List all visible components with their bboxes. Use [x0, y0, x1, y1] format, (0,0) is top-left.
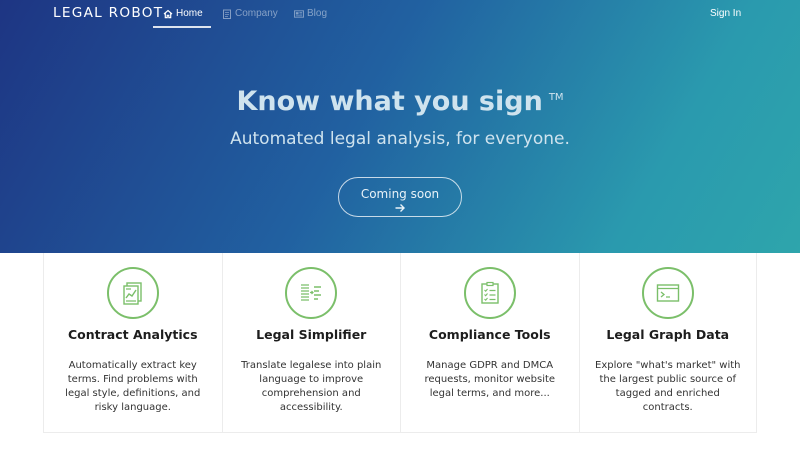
newspaper-icon [294, 10, 304, 18]
feature-description: Automatically extract key terms. Find pr… [65, 360, 201, 413]
feature-card-legal-graph-data: Legal Graph Data Explore "what's market"… [578, 253, 757, 433]
trademark-mark: TM [548, 92, 564, 103]
simplifier-icon [285, 267, 338, 319]
checklist-icon [463, 267, 516, 319]
nav-item-label: Home [176, 8, 203, 19]
feature-card-contract-analytics: Contract Analytics Automatically extract… [43, 253, 222, 433]
feature-title: Contract Analytics [67, 327, 198, 342]
coming-soon-button[interactable]: Coming soon [338, 177, 462, 217]
brand-logo[interactable]: LEGAL ROBOT [53, 6, 163, 21]
hero-title: Know what you sign TM [0, 86, 800, 117]
terminal-icon [641, 267, 694, 319]
nav-item-label: Blog [307, 8, 328, 19]
contract-analytics-icon [106, 267, 159, 319]
feature-description: Manage GDPR and DMCA requests, monitor w… [424, 360, 556, 399]
feature-title: Legal Graph Data [606, 327, 730, 342]
nav-item-blog[interactable]: Blog [294, 8, 327, 28]
top-navbar: LEGAL ROBOT Home Company Blog Sign In [0, 0, 800, 28]
hero-title-text: Know what you sign [236, 86, 543, 117]
feature-description: Translate legalese into plain language t… [241, 360, 382, 413]
feature-title: Legal Simplifier [256, 327, 367, 342]
feature-title: Compliance Tools [428, 327, 551, 342]
hero-section: LEGAL ROBOT Home Company Blog Sign In Kn… [0, 0, 800, 253]
feature-card-legal-simplifier: Legal Simplifier Translate legalese into… [221, 253, 400, 433]
arrow-right-icon [395, 204, 405, 212]
nav-item-label: Company [235, 8, 278, 19]
feature-cards: Contract Analytics Automatically extract… [43, 253, 757, 433]
feature-card-compliance-tools: Compliance Tools Manage GDPR and DMCA re… [400, 253, 579, 433]
cta-label: Coming soon [360, 187, 440, 201]
document-icon [223, 9, 231, 19]
nav-item-company[interactable]: Company [222, 8, 278, 28]
hero-subtitle: Automated legal analysis, for everyone. [230, 129, 570, 149]
feature-description: Explore "what's market" with the largest… [595, 360, 741, 413]
home-icon [163, 9, 173, 19]
nav-item-home[interactable]: Home [153, 8, 211, 28]
sign-in-link[interactable]: Sign In [710, 8, 741, 19]
